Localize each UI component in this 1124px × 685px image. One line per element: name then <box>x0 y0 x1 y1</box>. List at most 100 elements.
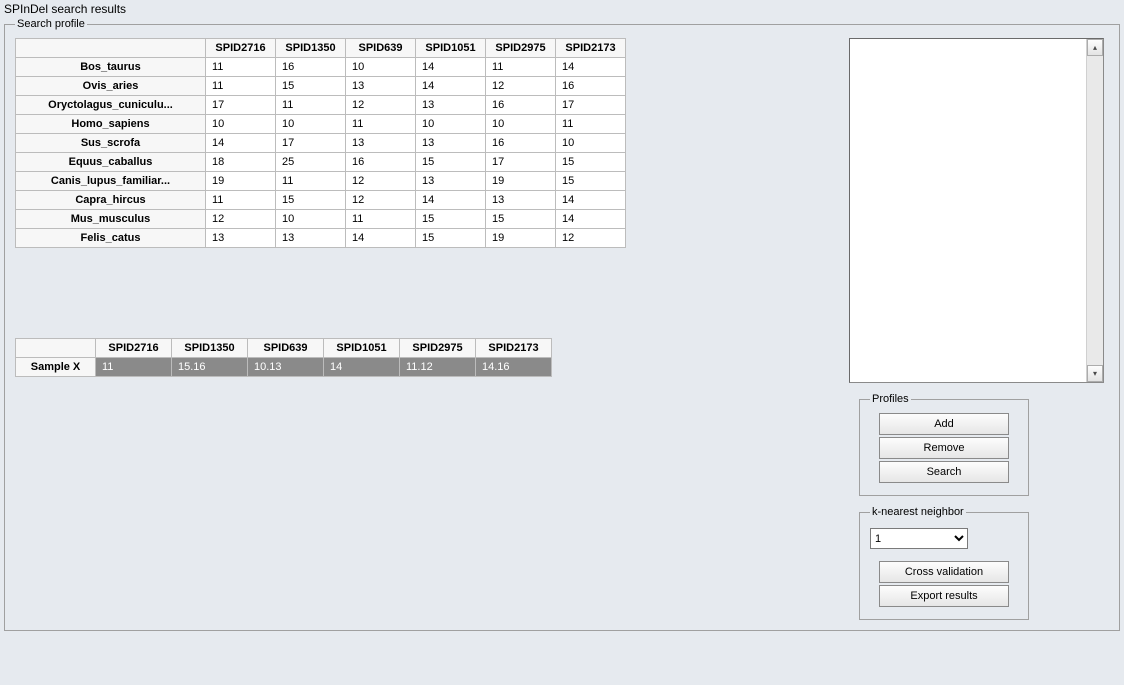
cell[interactable]: 10 <box>346 58 416 77</box>
cell[interactable]: 15 <box>416 210 486 229</box>
cell[interactable]: 10 <box>486 115 556 134</box>
cell[interactable]: 16 <box>556 77 626 96</box>
cell[interactable]: 11 <box>346 210 416 229</box>
cell[interactable]: 13 <box>416 172 486 191</box>
row-header[interactable]: Mus_musculus <box>16 210 206 229</box>
cell[interactable]: 14 <box>416 77 486 96</box>
row-header[interactable]: Bos_taurus <box>16 58 206 77</box>
cell[interactable]: 12 <box>486 77 556 96</box>
row-header[interactable]: Ovis_aries <box>16 77 206 96</box>
export-results-button[interactable]: Export results <box>879 585 1009 607</box>
row-header[interactable]: Homo_sapiens <box>16 115 206 134</box>
add-button[interactable]: Add <box>879 413 1009 435</box>
results-listbox[interactable]: ▴ ▾ <box>849 38 1104 383</box>
sample-cell[interactable]: 14.16 <box>476 358 552 377</box>
cell[interactable]: 19 <box>206 172 276 191</box>
table-row[interactable]: Bos_taurus111610141114 <box>16 58 626 77</box>
cell[interactable]: 15 <box>556 153 626 172</box>
cell[interactable]: 10 <box>416 115 486 134</box>
table-row[interactable]: Canis_lupus_familiar...191112131915 <box>16 172 626 191</box>
sample-cell[interactable]: 15.16 <box>172 358 248 377</box>
table-row[interactable]: Capra_hircus111512141314 <box>16 191 626 210</box>
scroll-up-icon[interactable]: ▴ <box>1087 39 1103 56</box>
cell[interactable]: 14 <box>416 58 486 77</box>
cell[interactable]: 12 <box>346 172 416 191</box>
col-header[interactable]: SPID1350 <box>276 39 346 58</box>
cell[interactable]: 15 <box>416 153 486 172</box>
cell[interactable]: 10 <box>206 115 276 134</box>
cell[interactable]: 16 <box>486 96 556 115</box>
cell[interactable]: 11 <box>486 58 556 77</box>
sample-row[interactable]: Sample X 11 15.16 10.13 14 11.12 14.16 <box>16 358 552 377</box>
cell[interactable]: 13 <box>346 134 416 153</box>
sample-col-header[interactable]: SPID2716 <box>96 339 172 358</box>
cell[interactable]: 14 <box>556 210 626 229</box>
sample-table[interactable]: SPID2716 SPID1350 SPID639 SPID1051 SPID2… <box>15 338 552 377</box>
cell[interactable]: 14 <box>416 191 486 210</box>
cell[interactable]: 15 <box>556 172 626 191</box>
col-header[interactable]: SPID639 <box>346 39 416 58</box>
col-header[interactable]: SPID1051 <box>416 39 486 58</box>
cell[interactable]: 11 <box>276 172 346 191</box>
knn-select[interactable]: 1 <box>870 528 968 549</box>
cell[interactable]: 11 <box>206 191 276 210</box>
cell[interactable]: 17 <box>556 96 626 115</box>
cell[interactable]: 11 <box>276 96 346 115</box>
cell[interactable]: 14 <box>556 191 626 210</box>
sample-col-header[interactable]: SPID1350 <box>172 339 248 358</box>
cell[interactable]: 12 <box>206 210 276 229</box>
scroll-down-icon[interactable]: ▾ <box>1087 365 1103 382</box>
sample-col-header[interactable]: SPID2975 <box>400 339 476 358</box>
cell[interactable]: 19 <box>486 172 556 191</box>
sample-col-header[interactable]: SPID2173 <box>476 339 552 358</box>
cell[interactable]: 13 <box>276 229 346 248</box>
cell[interactable]: 11 <box>206 77 276 96</box>
row-header[interactable]: Felis_catus <box>16 229 206 248</box>
cell[interactable]: 13 <box>416 134 486 153</box>
cell[interactable]: 14 <box>346 229 416 248</box>
table-row[interactable]: Ovis_aries111513141216 <box>16 77 626 96</box>
sample-col-header[interactable]: SPID1051 <box>324 339 400 358</box>
cell[interactable]: 17 <box>486 153 556 172</box>
cell[interactable]: 15 <box>416 229 486 248</box>
row-header[interactable]: Oryctolagus_cuniculu... <box>16 96 206 115</box>
cell[interactable]: 19 <box>486 229 556 248</box>
search-button[interactable]: Search <box>879 461 1009 483</box>
cell[interactable]: 15 <box>276 191 346 210</box>
cell[interactable]: 13 <box>206 229 276 248</box>
cell[interactable]: 13 <box>416 96 486 115</box>
row-header[interactable]: Canis_lupus_familiar... <box>16 172 206 191</box>
results-table[interactable]: SPID2716 SPID1350 SPID639 SPID1051 SPID2… <box>15 38 626 248</box>
row-header[interactable]: Equus_caballus <box>16 153 206 172</box>
cell[interactable]: 15 <box>276 77 346 96</box>
sample-cell[interactable]: 14 <box>324 358 400 377</box>
cross-validation-button[interactable]: Cross validation <box>879 561 1009 583</box>
listbox-content[interactable] <box>850 39 1086 382</box>
table-row[interactable]: Mus_musculus121011151514 <box>16 210 626 229</box>
remove-button[interactable]: Remove <box>879 437 1009 459</box>
cell[interactable]: 12 <box>346 191 416 210</box>
cell[interactable]: 16 <box>486 134 556 153</box>
col-header[interactable]: SPID2173 <box>556 39 626 58</box>
cell[interactable]: 10 <box>556 134 626 153</box>
cell[interactable]: 14 <box>556 58 626 77</box>
cell[interactable]: 11 <box>206 58 276 77</box>
sample-cell[interactable]: 11 <box>96 358 172 377</box>
cell[interactable]: 14 <box>206 134 276 153</box>
sample-cell[interactable]: 10.13 <box>248 358 324 377</box>
cell[interactable]: 17 <box>276 134 346 153</box>
row-header[interactable]: Sus_scrofa <box>16 134 206 153</box>
cell[interactable]: 17 <box>206 96 276 115</box>
table-row[interactable]: Oryctolagus_cuniculu...171112131617 <box>16 96 626 115</box>
col-header[interactable]: SPID2975 <box>486 39 556 58</box>
cell[interactable]: 18 <box>206 153 276 172</box>
cell[interactable]: 13 <box>486 191 556 210</box>
cell[interactable]: 25 <box>276 153 346 172</box>
sample-col-header[interactable]: SPID639 <box>248 339 324 358</box>
table-row[interactable]: Homo_sapiens101011101011 <box>16 115 626 134</box>
col-header[interactable]: SPID2716 <box>206 39 276 58</box>
cell[interactable]: 15 <box>486 210 556 229</box>
table-row[interactable]: Equus_caballus182516151715 <box>16 153 626 172</box>
cell[interactable]: 11 <box>346 115 416 134</box>
scrollbar[interactable]: ▴ ▾ <box>1086 39 1103 382</box>
